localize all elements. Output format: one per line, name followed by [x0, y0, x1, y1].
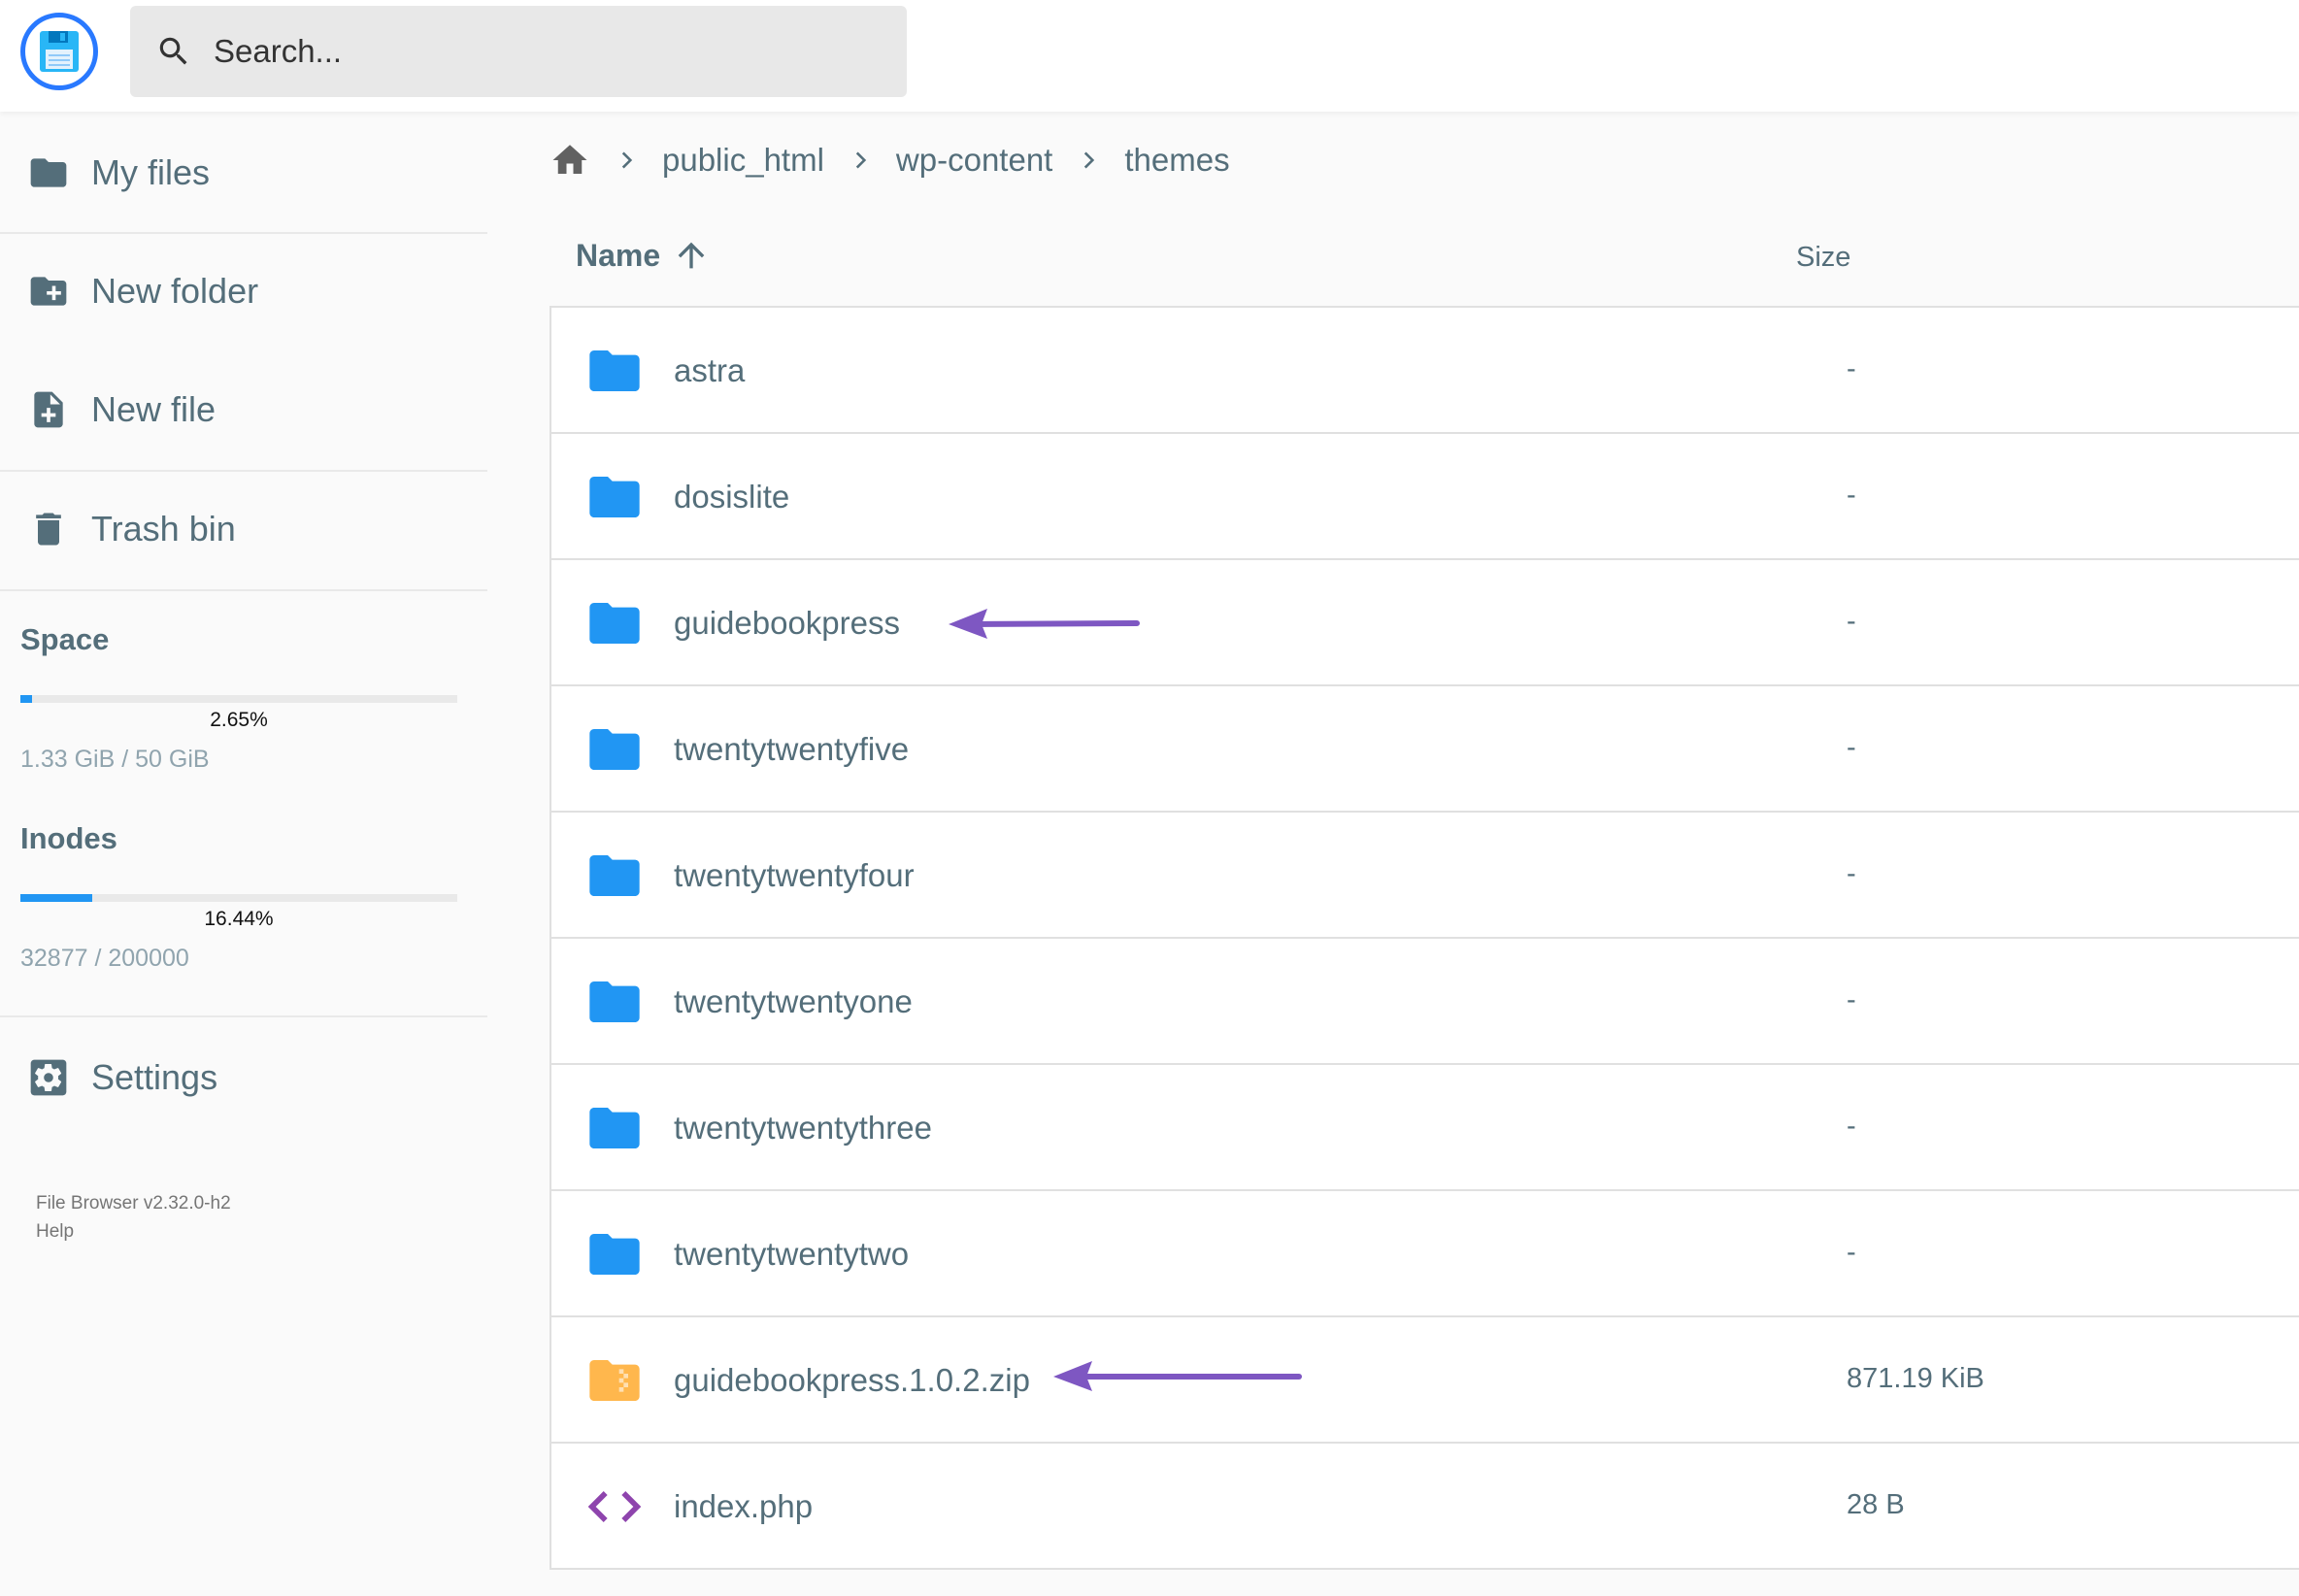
folder-icon [589, 477, 640, 517]
breadcrumb-item-themes[interactable]: themes [1124, 142, 1229, 179]
folder-icon [589, 855, 640, 896]
divider [0, 589, 487, 591]
sidebar-item-label: Settings [91, 1057, 218, 1097]
annotation-arrow-icon [1053, 1361, 1302, 1391]
file-row-astra[interactable]: astra - [551, 308, 2299, 434]
sidebar-item-settings[interactable]: Settings [0, 1024, 487, 1131]
file-plus-icon [34, 391, 63, 428]
sidebar-item-label: My files [91, 152, 211, 192]
folder-plus-icon [30, 277, 67, 306]
arrow-up-icon[interactable] [672, 236, 711, 275]
folder-icon [30, 158, 67, 187]
space-usage: 1.33 GiB / 50 GiB [20, 746, 210, 773]
gear-icon [30, 1059, 67, 1096]
file-name: dosislite [674, 479, 790, 515]
sidebar-item-label: New folder [91, 271, 259, 311]
file-row-index-php[interactable]: index.php 28 B [551, 1444, 2299, 1570]
credits: File Browser v2.32.0-h2 Help [36, 1189, 231, 1246]
file-size: - [1847, 858, 1856, 889]
folder-icon [589, 1108, 640, 1148]
chevron-right-icon [1076, 148, 1101, 173]
search-input[interactable] [214, 27, 874, 76]
column-header-name[interactable]: Name [576, 238, 660, 274]
file-row-twentytwentyone[interactable]: twentytwentyone - [551, 939, 2299, 1065]
divider [0, 232, 487, 234]
sidebar-item-my-files[interactable]: My files [0, 119, 487, 226]
app-logo-floppy-disk-icon[interactable] [20, 13, 98, 90]
file-name: guidebookpress [674, 605, 900, 641]
file-size: - [1847, 1111, 1856, 1142]
file-row-twentytwentyfour[interactable]: twentytwentyfour - [551, 813, 2299, 939]
column-header-size[interactable]: Size [1796, 242, 1850, 274]
sidebar-item-label: New file [91, 389, 217, 429]
file-row-twentytwentyfive[interactable]: twentytwentyfive - [551, 686, 2299, 813]
search-bar[interactable] [130, 6, 907, 97]
file-name: twentytwentyfour [674, 857, 915, 893]
divider [0, 1015, 487, 1017]
file-row-guidebookpress-zip[interactable]: guidebookpress.1.0.2.zip 871.19 KiB [551, 1317, 2299, 1444]
folder-icon [589, 350, 640, 391]
file-size: 28 B [1847, 1489, 1905, 1520]
archive-zip-icon [589, 1360, 640, 1401]
file-name: twentytwentyfive [674, 731, 910, 767]
sidebar-item-new-folder[interactable]: New folder [0, 238, 487, 345]
space-title: Space [20, 622, 110, 656]
file-list-header: Name Size [550, 207, 2299, 308]
space-progress-bar [20, 695, 457, 703]
trash-icon [36, 513, 61, 546]
inodes-percent: 16.44% [204, 908, 274, 930]
space-progress-fill [20, 695, 32, 703]
file-name: twentytwentythree [674, 1110, 932, 1146]
search-icon [159, 37, 187, 65]
folder-icon [589, 729, 640, 770]
inodes-progress-fill [20, 894, 92, 902]
file-size: - [1847, 480, 1856, 511]
folder-icon [589, 603, 640, 644]
space-percent: 2.65% [210, 709, 268, 731]
sidebar-item-new-file[interactable]: New file [0, 356, 487, 463]
breadcrumb-item-wp-content[interactable]: wp-content [896, 142, 1052, 179]
file-row-guidebookpress[interactable]: guidebookpress - [551, 560, 2299, 686]
file-name: index.php [674, 1488, 814, 1524]
inodes-title: Inodes [20, 821, 117, 855]
version-text: File Browser v2.32.0-h2 [36, 1193, 231, 1214]
file-name: astra [674, 352, 746, 388]
file-list: astra - dosislite - guidebookpress - twe… [550, 308, 2299, 1570]
file-size: - [1847, 353, 1856, 384]
inodes-progress-bar [20, 894, 457, 902]
folder-icon [589, 1234, 640, 1275]
inodes-usage: 32877 / 200000 [20, 945, 189, 972]
top-bar [0, 0, 2299, 112]
file-size: - [1847, 984, 1856, 1015]
sidebar: My files New folder New file Trash bin S… [0, 112, 487, 1596]
file-size: - [1847, 732, 1856, 763]
file-row-dosislite[interactable]: dosislite - [551, 434, 2299, 560]
breadcrumb-item-public-html[interactable]: public_html [662, 142, 824, 179]
file-name: guidebookpress.1.0.2.zip [674, 1362, 1030, 1398]
chevron-right-icon [848, 148, 873, 173]
file-size: - [1847, 606, 1856, 637]
folder-icon [589, 981, 640, 1022]
chevron-right-icon [614, 148, 639, 173]
help-link[interactable]: Help [36, 1217, 231, 1246]
breadcrumb: public_html wp-content themes [550, 124, 1230, 196]
code-icon [587, 1491, 642, 1522]
annotation-arrow-icon [949, 609, 1140, 639]
home-icon[interactable] [550, 140, 590, 181]
file-size: 871.19 KiB [1847, 1363, 1984, 1394]
file-name: twentytwentyone [674, 983, 913, 1019]
divider [0, 470, 487, 472]
file-row-twentytwentytwo[interactable]: twentytwentytwo - [551, 1191, 2299, 1317]
file-name: twentytwentytwo [674, 1236, 910, 1272]
sidebar-item-trash-bin[interactable]: Trash bin [0, 476, 487, 582]
sidebar-item-label: Trash bin [91, 509, 236, 549]
file-size: - [1847, 1237, 1856, 1268]
file-row-twentytwentythree[interactable]: twentytwentythree - [551, 1065, 2299, 1191]
